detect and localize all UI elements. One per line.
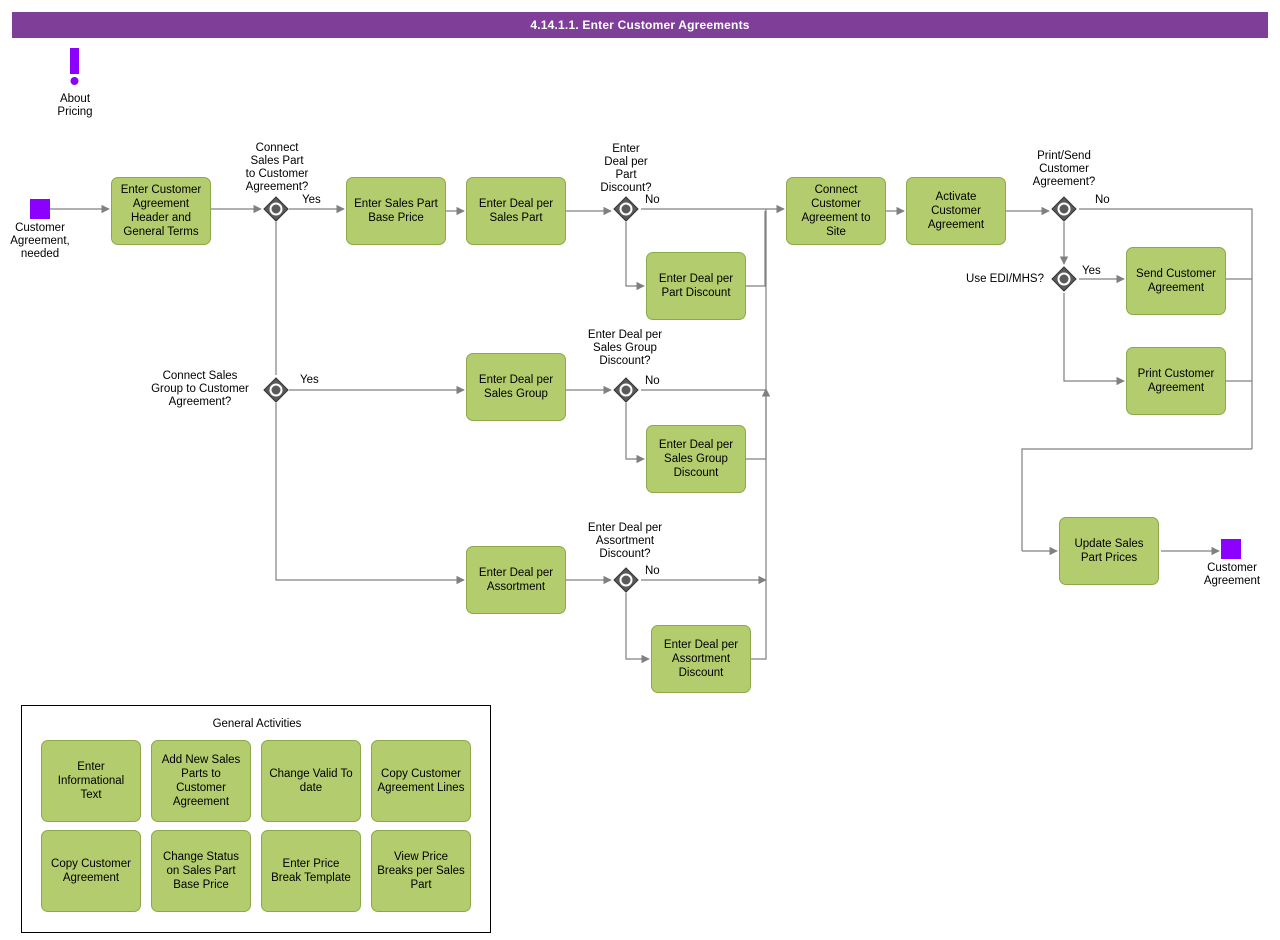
task-update-sales-part-prices[interactable]: Update Sales Part Prices: [1059, 517, 1159, 585]
task-print-customer-agreement[interactable]: Print Customer Agreement: [1126, 347, 1226, 415]
general-activities-title: General Activities: [212, 718, 302, 730]
label-print-send-question: Print/Send Customer Agreement?: [1032, 150, 1096, 188]
task-enter-informational-text[interactable]: Enter Informational Text: [41, 740, 141, 822]
diagram-canvas: 4.14.1.1. Enter Customer Agreements Abou…: [0, 0, 1280, 940]
task-enter-deal-per-sales-group[interactable]: Enter Deal per Sales Group: [466, 353, 566, 421]
task-enter-deal-per-assortment[interactable]: Enter Deal per Assortment: [466, 546, 566, 614]
label-enter-deal-per-part-discount-question: Enter Deal per Part Discount?: [600, 143, 652, 194]
task-view-price-breaks-per-sales-part[interactable]: View Price Breaks per Sales Part: [371, 830, 471, 912]
label-yes-sales-part: Yes: [302, 194, 321, 206]
task-change-valid-to-date[interactable]: Change Valid To date: [261, 740, 361, 822]
task-enter-sales-part-base-price[interactable]: Enter Sales Part Base Price: [346, 177, 446, 245]
task-enter-deal-per-sales-group-discount[interactable]: Enter Deal per Sales Group Discount: [646, 425, 746, 493]
task-activate-customer-agreement[interactable]: Activate Customer Agreement: [906, 177, 1006, 245]
label-connect-sales-group-question: Connect Sales Group to Customer Agreemen…: [151, 370, 249, 408]
start-event-label: Customer Agreement, needed: [10, 222, 70, 260]
exclamation-icon: [70, 48, 79, 85]
task-connect-customer-agreement-to-site[interactable]: Connect Customer Agreement to Site: [786, 177, 886, 245]
page-title: 4.14.1.1. Enter Customer Agreements: [12, 12, 1268, 38]
task-enter-deal-per-part-discount[interactable]: Enter Deal per Part Discount: [646, 252, 746, 320]
gateway-enter-deal-per-part-discount[interactable]: [613, 196, 639, 222]
task-change-status-on-sales-part-base-price[interactable]: Change Status on Sales Part Base Price: [151, 830, 251, 912]
label-yes-edi: Yes: [1082, 265, 1101, 277]
task-copy-customer-agreement-lines[interactable]: Copy Customer Agreement Lines: [371, 740, 471, 822]
gateway-use-edi-mhs[interactable]: [1051, 266, 1077, 292]
task-copy-customer-agreement[interactable]: Copy Customer Agreement: [41, 830, 141, 912]
label-connect-sales-part-question: Connect Sales Part to Customer Agreement…: [245, 142, 309, 193]
task-send-customer-agreement[interactable]: Send Customer Agreement: [1126, 247, 1226, 315]
label-no-sales-group-discount: No: [645, 375, 660, 387]
label-enter-deal-per-sales-group-discount-question: Enter Deal per Sales Group Discount?: [587, 329, 663, 367]
label-yes-sales-group: Yes: [300, 374, 319, 386]
end-event[interactable]: [1221, 539, 1241, 559]
gateway-print-send-customer-agreement[interactable]: [1051, 196, 1077, 222]
task-enter-deal-per-assortment-discount[interactable]: Enter Deal per Assortment Discount: [651, 625, 751, 693]
gateway-connect-sales-part-to-customer-agreement[interactable]: [263, 196, 289, 222]
label-no-part-discount: No: [645, 194, 660, 206]
about-pricing-label: About Pricing: [57, 93, 93, 118]
label-no-print-send: No: [1095, 194, 1110, 206]
end-event-label: Customer Agreement: [1203, 562, 1261, 587]
task-enter-customer-agreement-header[interactable]: Enter Customer Agreement Header and Gene…: [111, 177, 211, 245]
gateway-enter-deal-per-sales-group-discount[interactable]: [613, 377, 639, 403]
task-enter-deal-per-sales-part[interactable]: Enter Deal per Sales Part: [466, 177, 566, 245]
label-use-edi-mhs-question: Use EDI/MHS?: [966, 273, 1044, 285]
task-enter-price-break-template[interactable]: Enter Price Break Template: [261, 830, 361, 912]
start-event[interactable]: [30, 199, 50, 219]
label-enter-deal-per-assortment-discount-question: Enter Deal per Assortment Discount?: [587, 522, 663, 560]
task-add-new-sales-parts-to-customer-agreement[interactable]: Add New Sales Parts to Customer Agreemen…: [151, 740, 251, 822]
label-no-assortment-discount: No: [645, 565, 660, 577]
gateway-enter-deal-per-assortment-discount[interactable]: [613, 567, 639, 593]
